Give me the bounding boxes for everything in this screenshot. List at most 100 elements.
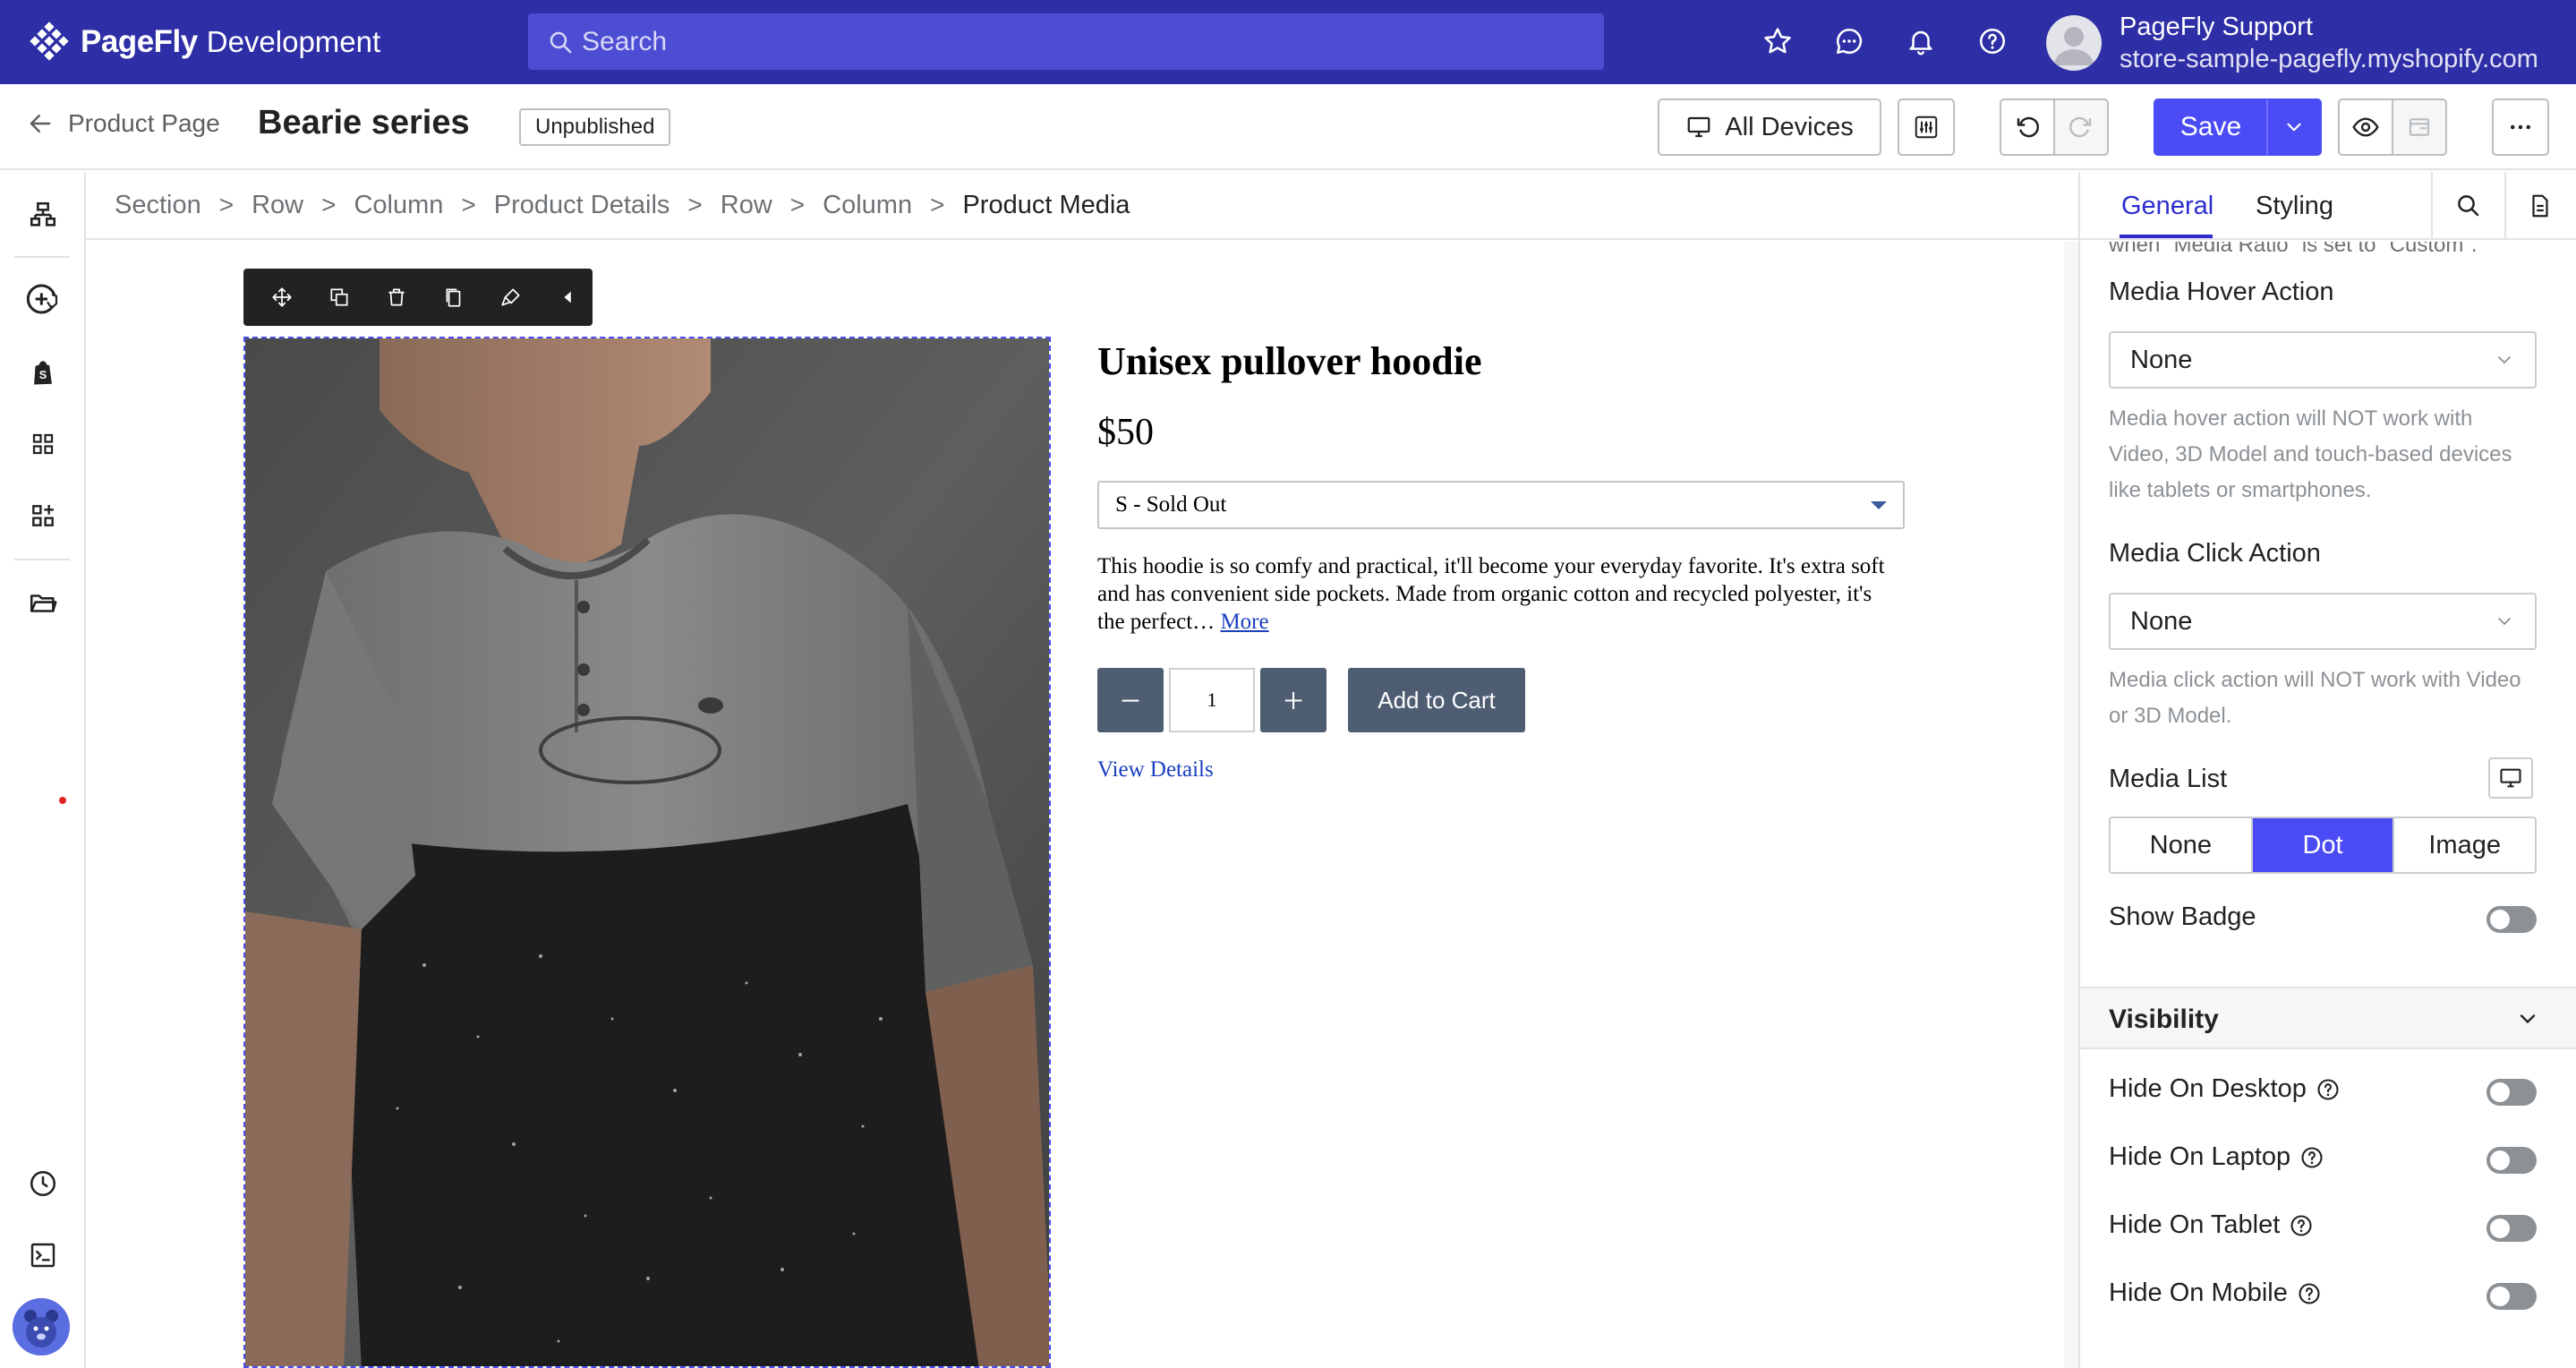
folder-icon[interactable] (25, 586, 61, 621)
move-icon[interactable] (263, 278, 301, 316)
hide-desktop-toggle[interactable] (2486, 1079, 2537, 1106)
chevron-down-icon (2287, 123, 2301, 132)
grid-icon[interactable] (25, 426, 61, 462)
hide-laptop-label: Hide On Laptop (2109, 1142, 2291, 1171)
editor-canvas[interactable]: Unisex pullover hoodie $50 S - Sold Out … (86, 242, 2078, 1368)
bell-icon[interactable] (1899, 20, 1942, 63)
account-store: store-sample-pagefly.myshopify.com (2120, 45, 2538, 73)
more-link[interactable]: More (1220, 610, 1268, 634)
chevron-down-icon (2498, 618, 2511, 626)
product-media-image[interactable] (243, 337, 1051, 1368)
question-circle-icon[interactable] (2299, 1145, 2324, 1170)
copy-icon[interactable] (435, 278, 473, 316)
breadcrumb-item[interactable]: Row (252, 191, 303, 220)
code-terminal-icon[interactable] (25, 1237, 61, 1273)
breadcrumb: Section > Row > Column > Product Details… (86, 172, 2078, 240)
add-to-cart-button[interactable]: Add to Cart (1348, 668, 1525, 732)
hide-tablet-toggle[interactable] (2486, 1215, 2537, 1242)
increase-quantity-button[interactable]: + (1260, 668, 1326, 732)
breadcrumb-current[interactable]: Product Media (962, 191, 1130, 220)
click-action-select[interactable]: None (2109, 593, 2537, 650)
preview-button[interactable] (2338, 98, 2393, 156)
hide-mobile-row: Hide On Mobile (2109, 1278, 2322, 1308)
user-avatar[interactable] (13, 1298, 70, 1355)
decrease-quantity-button[interactable]: − (1097, 668, 1164, 732)
tab-general[interactable]: General (2121, 192, 2213, 221)
top-bar: PageFly Development Search PageFly Suppo… (0, 0, 2576, 84)
apps-add-icon[interactable] (25, 498, 61, 534)
search-icon[interactable] (2451, 188, 2486, 224)
add-element-icon[interactable] (25, 281, 61, 317)
chevron-right-icon: > (930, 191, 945, 218)
all-devices-button[interactable]: All Devices (1658, 98, 1881, 156)
product-description[interactable]: This hoodie is so comfy and practical, i… (1097, 552, 1885, 636)
inspector-tabs: General Styling (2080, 172, 2576, 240)
save-options-button[interactable] (2266, 98, 2322, 156)
hover-action-help: Media hover action will NOT work with Vi… (2109, 406, 2512, 502)
page-settings-button[interactable] (1898, 98, 1955, 156)
product-price[interactable]: $50 (1097, 411, 1921, 454)
undo-button[interactable] (2000, 98, 2055, 156)
notification-dot (59, 797, 66, 804)
product-title[interactable]: Unisex pullover hoodie (1097, 338, 1921, 384)
view-details-link[interactable]: View Details (1097, 757, 1921, 782)
caret-down-icon (1871, 500, 1887, 509)
account-name: PageFly Support (2120, 13, 2314, 41)
more-actions-button[interactable] (2492, 98, 2549, 156)
collapse-left-icon[interactable] (550, 278, 587, 316)
show-badge-toggle[interactable] (2486, 906, 2537, 933)
layers-icon[interactable] (25, 197, 61, 233)
variant-select[interactable]: S - Sold Out (1097, 481, 1905, 529)
device-toggle-button[interactable] (2488, 757, 2533, 799)
tab-styling[interactable]: Styling (2256, 192, 2333, 221)
search-input[interactable]: Search (528, 13, 1604, 70)
back-button[interactable]: Product Page (27, 109, 220, 138)
question-circle-icon[interactable] (2297, 1281, 2322, 1306)
shopify-icon[interactable]: S (25, 355, 61, 390)
left-toolbar: S (0, 172, 86, 1368)
save-button[interactable]: Save (2154, 98, 2268, 156)
breadcrumb-item[interactable]: Product Details (494, 191, 670, 220)
trash-icon[interactable] (378, 278, 415, 316)
hide-tablet-label: Hide On Tablet (2109, 1210, 2281, 1239)
visibility-section-header[interactable]: Visibility (2080, 987, 2576, 1049)
question-circle-icon[interactable] (2289, 1213, 2314, 1238)
chat-icon[interactable] (1828, 20, 1871, 63)
ratio-help-text: when "Media Ratio" is set to "Custom". (2109, 242, 2478, 257)
breadcrumb-item[interactable]: Column (354, 191, 443, 220)
question-circle-icon[interactable] (2316, 1077, 2341, 1102)
star-icon[interactable] (1756, 20, 1799, 63)
pagefly-logo-icon (30, 21, 69, 61)
visibility-title: Visibility (2109, 1005, 2219, 1034)
account-menu[interactable]: PageFly Support store-sample-pagefly.mys… (2046, 11, 2538, 75)
page-preview: Unisex pullover hoodie $50 S - Sold Out … (86, 242, 2064, 1368)
hide-tablet-row: Hide On Tablet (2109, 1210, 2314, 1240)
media-list-image[interactable]: Image (2394, 818, 2535, 872)
page-title[interactable]: Bearie series (258, 104, 470, 142)
publish-button[interactable] (2392, 98, 2447, 156)
brand[interactable]: PageFly Development (29, 21, 530, 63)
hover-action-select[interactable]: None (2109, 331, 2537, 389)
document-icon[interactable] (2522, 188, 2558, 224)
style-brush-icon[interactable] (492, 278, 530, 316)
inspector-body: when "Media Ratio" is set to "Custom". M… (2080, 242, 2576, 1368)
undo-icon (2017, 116, 2039, 138)
quantity-input[interactable]: 1 (1169, 668, 1255, 732)
breadcrumb-item[interactable]: Column (823, 191, 912, 220)
click-action-value: None (2130, 606, 2193, 636)
help-icon[interactable] (1971, 20, 2014, 63)
monitor-icon (1687, 116, 1710, 138)
hide-mobile-toggle[interactable] (2486, 1283, 2537, 1310)
duplicate-icon[interactable] (320, 278, 358, 316)
hide-laptop-toggle[interactable] (2486, 1147, 2537, 1174)
history-icon[interactable] (25, 1166, 61, 1201)
breadcrumb-item[interactable]: Row (721, 191, 772, 220)
media-list-dot[interactable]: Dot (2252, 818, 2395, 872)
hover-action-value: None (2130, 345, 2193, 374)
chevron-right-icon: > (321, 191, 337, 218)
media-list-none[interactable]: None (2111, 818, 2253, 872)
redo-button[interactable] (2053, 98, 2109, 156)
breadcrumb-item[interactable]: Section (115, 191, 201, 220)
search-placeholder: Search (582, 26, 668, 56)
chevron-right-icon: > (461, 191, 476, 218)
